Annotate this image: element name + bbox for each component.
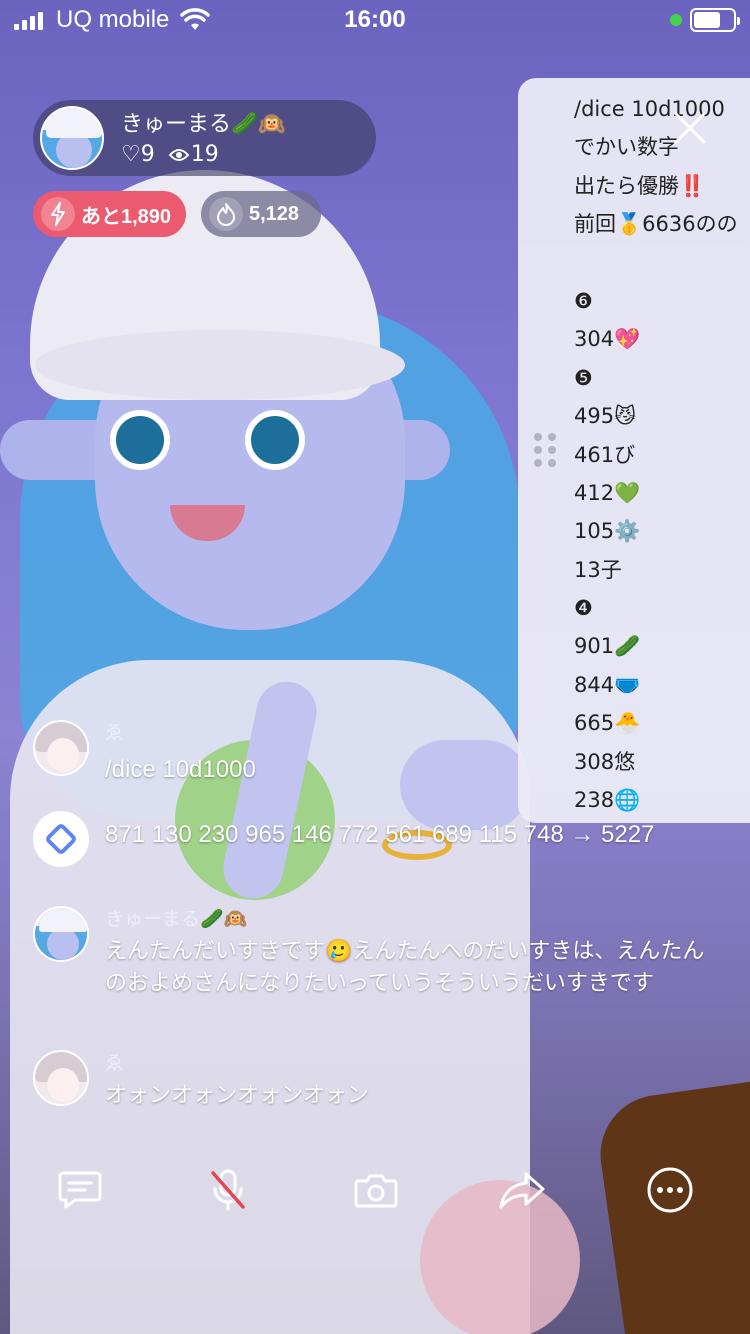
close-icon[interactable] [670,108,710,148]
note-line: 前回🥇6636のの [574,212,738,237]
points-text: 5,128 [249,202,300,225]
eye-icon [168,148,189,161]
mic-muted-icon [211,1169,245,1211]
chat-username: きゅーまる🥒🙉 [105,908,248,930]
note-line: 304💖 [574,327,641,352]
more-dots-icon [647,1167,693,1213]
share-arrow-icon [499,1172,545,1209]
note-line: 出たら優勝‼️ [574,173,706,198]
chat-message[interactable]: ゑ オォンオォンオォンオォン [33,1050,714,1110]
points-pill[interactable]: 5,128 [201,191,321,237]
chat-text: /dice 10d1000 [105,756,256,783]
chat-message[interactable]: 871 130 230 965 146 772 561 689 115 748 … [33,811,714,881]
pinned-note-panel[interactable]: /dice 10d1000 でかい数字 出たら優勝‼️ 前回🥇6636のの ❻ … [518,78,750,823]
viewer-count-wrap: 19 [168,142,219,167]
note-line: 412💚 [574,480,641,505]
camera-icon [354,1174,398,1208]
user-avatar[interactable] [33,1050,89,1106]
note-line: でかい数字 [574,135,679,160]
mute-mic-button[interactable] [198,1160,258,1220]
note-line: 13子 [574,557,622,582]
camera-button[interactable] [346,1160,406,1220]
comment-button[interactable] [50,1160,110,1220]
note-line: 901🥒 [574,634,641,659]
note-line: 105⚙️ [574,519,641,544]
battery-icon [690,8,740,32]
note-line: 844🩲 [574,672,641,697]
user-avatar[interactable] [33,906,89,962]
note-line: /dice 10d1000 [574,97,725,121]
chat-username: ゑ [105,1052,125,1074]
flame-icon [209,197,243,231]
host-name: きゅーまる🥒🙉 [121,112,286,137]
host-profile-pill[interactable]: きゅーまる🥒🙉 ♡9 19 [33,100,376,176]
clock: 16:00 [344,6,406,33]
dice-bot-avatar[interactable] [33,811,89,867]
share-button[interactable] [492,1160,552,1220]
note-line [574,244,750,282]
lightning-icon [41,197,75,231]
drag-handle-icon[interactable] [534,433,556,467]
status-bar: UQ mobile 16:00 [0,0,750,40]
note-line: ❻ [574,288,593,313]
note-line: ❺ [574,365,593,390]
note-line: ❹ [574,596,593,621]
note-line: 461び [574,442,636,467]
chat-message[interactable]: きゅーまる🥒🙉 えんたんだいすきです🥲えんたんへのだいすきは、えんたんのおよめさ… [33,906,714,1026]
more-options-button[interactable] [640,1160,700,1220]
dice-bot-icon [46,824,76,854]
bottom-toolbar [0,1150,750,1230]
chat-text: えんたんだいすきです🥲えんたんへのだいすきは、えんたんのおよめさんになりたいって… [105,939,705,996]
chat-text: オォンオォンオォンオォン [105,1083,370,1108]
host-avatar[interactable] [40,106,104,170]
chat-username: ゑ [105,722,125,744]
like-count: ♡9 [121,142,155,167]
rank-remaining-text: あと1,890 [81,205,172,228]
chat-message[interactable]: ゑ /dice 10d1000 [33,720,714,783]
note-line: 495😼 [574,404,636,429]
chat-bubble-icon [58,1171,102,1209]
rank-remaining-pill[interactable]: あと1,890 [33,191,186,237]
camera-in-use-indicator [670,14,682,26]
viewer-count: 19 [190,142,219,167]
note-lines: /dice 10d1000 でかい数字 出たら優勝‼️ 前回🥇6636のの ❻ … [574,90,750,819]
user-avatar[interactable] [33,720,89,776]
chat-text: 871 130 230 965 146 772 561 689 115 748 … [105,821,655,848]
